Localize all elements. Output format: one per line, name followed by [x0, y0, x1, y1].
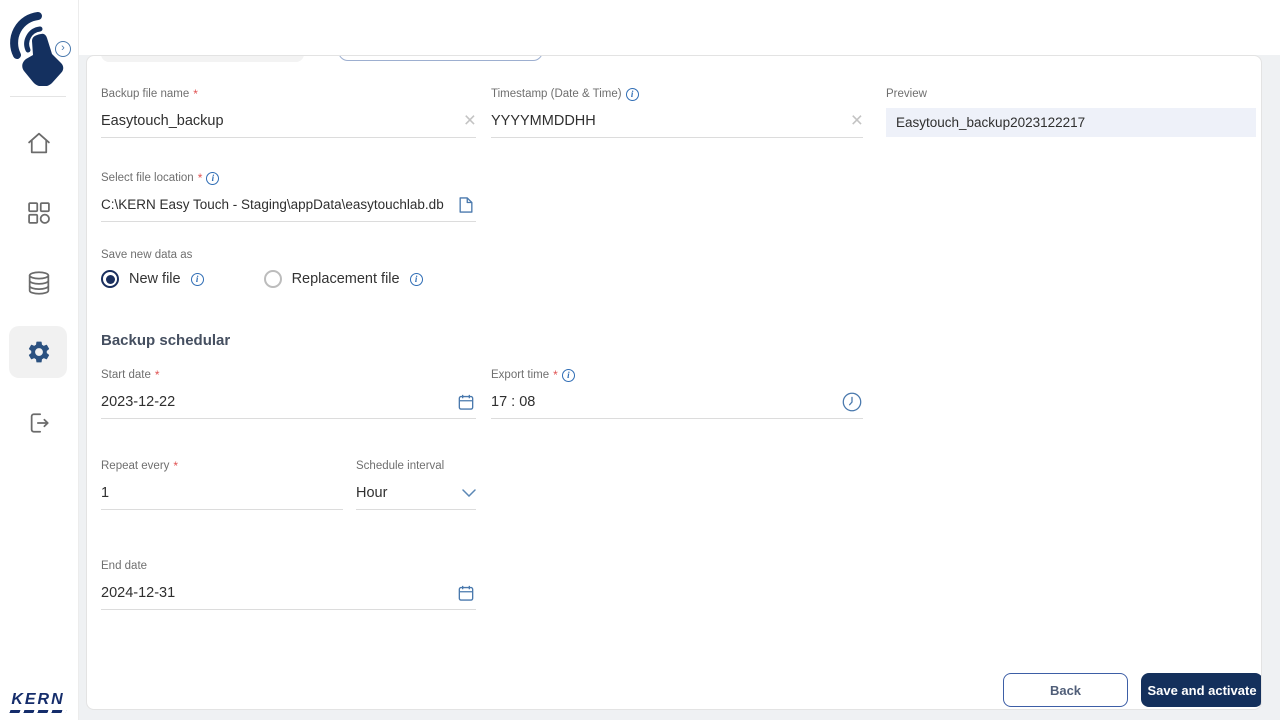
sidebar-item-logout[interactable] [0, 408, 78, 438]
start-date-label: Start date * [101, 368, 160, 382]
home-icon [25, 129, 53, 157]
file-location-field: Select file location * i C:\KERN Easy To… [101, 171, 476, 222]
sidebar-item-settings[interactable] [0, 326, 78, 378]
calendar-icon[interactable] [456, 583, 476, 603]
save-and-activate-button[interactable]: Save and activate [1141, 673, 1261, 707]
kern-brand-logo: KERN [6, 691, 70, 713]
info-icon[interactable]: i [561, 368, 575, 382]
start-date-field: Start date * 2023-12-22 [101, 368, 476, 419]
required-marker: * [193, 87, 198, 101]
sidebar-item-home[interactable] [0, 128, 78, 158]
radio-replacement-file[interactable] [263, 270, 282, 288]
repeat-every-label: Repeat every * [101, 459, 179, 473]
timestamp-field: Timestamp (Date & Time) i YYYYMMDDHH × [491, 87, 863, 138]
radio-replacement-file-label: Replacement file [291, 271, 400, 287]
tab-restore-cutoff[interactable] [338, 56, 543, 61]
radio-new-file[interactable] [101, 270, 119, 288]
tab-backup-cutoff[interactable] [101, 56, 304, 62]
save-new-data-as-group: Save new data as [101, 248, 192, 262]
info-icon[interactable]: i [190, 272, 204, 286]
preview-label: Preview [886, 88, 927, 100]
required-marker: * [553, 368, 558, 382]
info-icon[interactable]: i [409, 272, 423, 286]
file-browse-icon[interactable] [456, 195, 476, 215]
backup-file-name-field: Backup file name * Easytouch_backup × [101, 87, 476, 138]
schedule-interval-field: Schedule interval Hour [356, 459, 476, 510]
file-location-input[interactable]: C:\KERN Easy Touch - Staging\appData\eas… [101, 188, 476, 222]
required-marker: * [173, 459, 179, 473]
start-date-input[interactable]: 2023-12-22 [101, 385, 476, 419]
preview-field: Preview Easytouch_backup2023122217 [886, 87, 1256, 137]
export-time-label: Export time * i [491, 368, 863, 382]
clear-icon[interactable]: × [464, 110, 476, 131]
database-icon [25, 269, 53, 297]
end-date-label: End date [101, 560, 148, 572]
end-date-input[interactable]: 2024-12-31 [101, 576, 476, 610]
content-card: Backup file name * Easytouch_backup × Ti… [86, 55, 1262, 710]
backup-file-name-input[interactable]: Easytouch_backup × [101, 104, 476, 138]
scheduler-heading: Backup schedular [101, 332, 231, 349]
end-date-field: End date 2024-12-31 [101, 559, 476, 610]
sidebar-divider [10, 96, 66, 97]
apps-grid-icon [25, 199, 53, 227]
back-button[interactable]: Back [1003, 673, 1128, 707]
sidebar: › KERN [0, 0, 79, 720]
repeat-every-field: Repeat every * 1 [101, 459, 343, 510]
save-new-data-as-options: New file i Replacement file i [101, 270, 423, 288]
export-time-field: Export time * i 17 : 08 [491, 368, 863, 419]
kern-wordmark: KERN [11, 691, 65, 708]
preview-value: Easytouch_backup2023122217 [886, 108, 1256, 137]
chevron-down-icon[interactable] [462, 488, 476, 497]
export-time-input[interactable]: 17 : 08 [491, 385, 863, 419]
clear-icon[interactable]: × [851, 110, 863, 131]
clock-icon[interactable] [841, 391, 863, 413]
schedule-interval-label: Schedule interval [356, 460, 445, 472]
gear-icon [26, 339, 52, 365]
sidebar-item-database[interactable] [0, 268, 78, 298]
required-marker: * [154, 368, 160, 382]
sidebar-expand-button[interactable]: › [55, 41, 71, 57]
backup-file-name-label: Backup file name * [101, 87, 198, 101]
info-icon[interactable]: i [625, 87, 639, 101]
top-header [78, 0, 1280, 55]
save-new-data-as-label: Save new data as [101, 249, 193, 261]
kern-wordmark-underline [9, 710, 67, 713]
timestamp-input[interactable]: YYYYMMDDHH × [491, 104, 863, 138]
calendar-icon[interactable] [456, 392, 476, 412]
logout-icon [25, 409, 53, 437]
timestamp-label: Timestamp (Date & Time) i [491, 87, 863, 101]
info-icon[interactable]: i [206, 171, 220, 185]
repeat-every-input[interactable]: 1 [101, 476, 343, 510]
file-location-label: Select file location * i [101, 171, 476, 185]
required-marker: * [197, 171, 203, 185]
schedule-interval-select[interactable]: Hour [356, 476, 476, 510]
radio-new-file-label: New file [129, 271, 181, 287]
sidebar-item-apps[interactable] [0, 198, 78, 228]
